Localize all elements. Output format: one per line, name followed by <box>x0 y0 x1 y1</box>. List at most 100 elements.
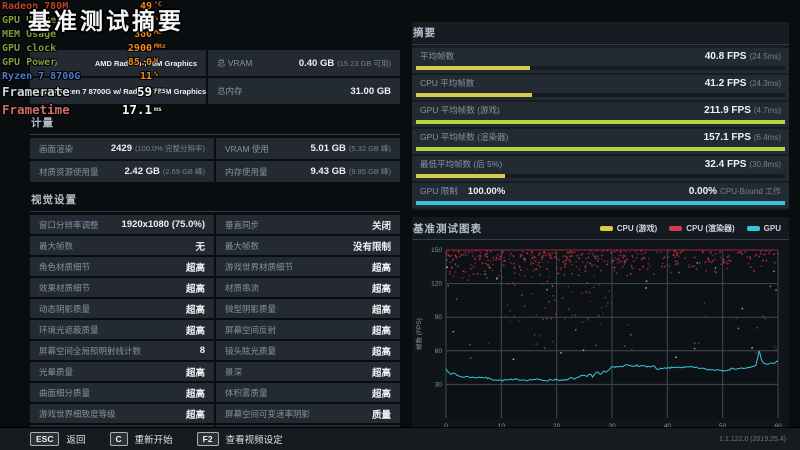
stat-bar-track <box>416 201 785 205</box>
summary-stat-row: 最低平均帧数 (后 5%) 32.4 FPS (30.8ms) <box>412 156 789 181</box>
cell-value: 超高 <box>372 281 391 295</box>
key-cap: C <box>110 432 128 446</box>
cell-label: 总 VRAM <box>217 57 252 69</box>
stat-bar-fill <box>416 66 530 70</box>
svg-text:90: 90 <box>435 314 443 321</box>
cell-note: (100.0% 完整分辨率) <box>135 144 205 153</box>
table-cell: 内存使用量 9.43 GB(9.85 GB 峰) <box>216 161 400 182</box>
osd-metric-label: Ryzen 7 8700G <box>2 70 98 83</box>
stat-label: GPU 平均帧数 (渲染器) <box>420 131 508 143</box>
key-hint[interactable]: F2 查看视频设定 <box>197 432 283 446</box>
legend-label: CPU (渲染器) <box>686 223 734 234</box>
cell-label: 总内存 <box>217 85 243 97</box>
cell-label: 景深 <box>225 366 242 378</box>
version-text: 1.1.122.0 (2019.25.4) <box>719 436 786 443</box>
table-cell: 最大帧数 没有限制 <box>216 236 400 255</box>
table-cell: 效果材质细节 超高 <box>30 278 214 297</box>
cell-value: 超高 <box>372 323 391 337</box>
stat-note: (30.8ms) <box>749 160 781 169</box>
summary-stat-row: GPU 平均帧数 (渲染器) 157.1 FPS (6.4ms) <box>412 129 789 154</box>
cell-label: 最大帧数 <box>39 240 73 252</box>
key-hint-label: 返回 <box>66 432 85 446</box>
cell-label: 材质资源使用量 <box>39 166 99 178</box>
summary-stat-row: CPU 平均帧数 41.2 FPS (24.3ms) <box>412 75 789 100</box>
cell-label: 微型阴影质量 <box>225 303 276 315</box>
table-cell: VRAM 使用 5.01 GB(5.32 GB 峰) <box>216 138 400 159</box>
summary-stat-row: GPU 平均帧数 (游戏) 211.9 FPS (4.7ms) <box>412 102 789 127</box>
table-cell: 总内存 31.00 GB <box>208 78 400 104</box>
table-cell: 环境光遮蔽质量 超高 <box>30 320 214 339</box>
key-cap: F2 <box>197 432 219 446</box>
table-cell: 微型阴影质量 超高 <box>216 299 400 318</box>
cell-value: 没有限制 <box>353 239 391 253</box>
osd-metric-value: 2900 <box>98 42 152 55</box>
table-cell: 窗口分辨率调整 1920x1080 (75.0%) <box>30 215 214 234</box>
stat-value: 32.4 FPS <box>705 159 747 170</box>
legend-item: CPU (游戏) <box>600 223 657 234</box>
cell-note: (5.32 GB 峰) <box>349 144 391 153</box>
table-cell: 材质资源使用量 2.42 GB(2.69 GB 峰) <box>30 161 214 182</box>
cell-label: 曲面细分质量 <box>39 387 90 399</box>
cell-value: 31.00 GB <box>350 86 391 97</box>
stat-note: (6.4ms) <box>754 133 781 142</box>
osd-metric-label: GPU Power <box>2 56 98 69</box>
benchmark-chart-panel: 基准测试图表 CPU (游戏) CPU (渲染器) GPU 3060901201… <box>412 217 789 450</box>
table-cell: 角色材质细节 超高 <box>30 257 214 276</box>
summary-header: 摘要 <box>412 22 789 45</box>
osd-metric-unit: % <box>154 68 166 81</box>
cell-value: 超高 <box>186 323 205 337</box>
cell-value: 超高 <box>186 386 205 400</box>
chart-title: 基准测试图表 <box>413 221 482 236</box>
key-hint[interactable]: ESC 返回 <box>30 432 86 446</box>
legend-label: CPU (游戏) <box>617 223 657 234</box>
cell-value: 超高 <box>372 365 391 379</box>
cell-label: 画面渲染 <box>39 143 73 155</box>
cell-value: 0.40 GB(15.23 GB 可用) <box>299 58 391 69</box>
stat-label: GPU 限制 <box>420 185 458 197</box>
cell-value: 8 <box>200 345 205 356</box>
stat-value: 211.9 FPS <box>704 105 751 116</box>
benchmark-screen: Radeon 780M 49 °C GPU Usage 99 % MEM Usa… <box>0 0 800 450</box>
stat-note: (24.5ms) <box>749 52 781 61</box>
stat-bar-fill <box>416 174 505 178</box>
osd-metric-label: Frametime <box>2 102 98 117</box>
cell-label: 屏幕空间全局照明射线计数 <box>39 345 141 357</box>
cell-value: 质量 <box>372 407 391 421</box>
svg-text:30: 30 <box>435 381 443 388</box>
stat-bar-fill <box>416 147 785 151</box>
cell-label: 窗口分辨率调整 <box>39 219 99 231</box>
stat-label: GPU 平均帧数 (游戏) <box>420 104 500 116</box>
stat-note: CPU-Bound 工作 <box>720 186 781 197</box>
cell-label: 镜头眩光质量 <box>225 345 276 357</box>
table-cell: 体积雾质量 超高 <box>216 383 400 402</box>
osd-line: Frametime 17.1 ms <box>2 102 166 120</box>
table-cell: 最大帧数 无 <box>30 236 214 255</box>
cell-label: 环境光遮蔽质量 <box>39 324 99 336</box>
table-cell: 光晕质量 超高 <box>30 362 214 381</box>
stat-bar-track <box>416 66 785 70</box>
cell-label: 体积雾质量 <box>225 387 268 399</box>
cell-label: 光晕质量 <box>39 366 73 378</box>
table-cell: 屏幕空间可变速率阴影 质量 <box>216 404 400 423</box>
legend-label: GPU <box>764 224 781 233</box>
visual-settings-header: 视觉设置 <box>30 189 400 212</box>
cell-label: 效果材质细节 <box>39 282 90 294</box>
cell-value: 2429(100.0% 完整分辨率) <box>111 143 205 154</box>
osd-metric-unit: W <box>154 54 166 67</box>
legend-item: GPU <box>747 224 781 233</box>
visual-settings-table: 窗口分辨率调整 1920x1080 (75.0%) 垂直同步 关闭 最大帧数 无… <box>30 215 400 444</box>
cell-value: 超高 <box>186 260 205 274</box>
cell-label: 游戏世界细致度等级 <box>39 408 116 420</box>
legend-item: CPU (渲染器) <box>669 223 734 234</box>
table-cell: 垂直同步 关闭 <box>216 215 400 234</box>
summary-rows: 平均帧数 40.8 FPS (24.5ms) CPU 平均帧数 41.2 FPS <box>412 48 789 208</box>
cell-label: 动态阴影质量 <box>39 303 90 315</box>
key-cap: ESC <box>30 432 59 446</box>
cell-value: 9.43 GB(9.85 GB 峰) <box>311 166 392 177</box>
key-hint[interactable]: C 重新开始 <box>110 432 173 446</box>
summary-stat-row: GPU 限制 100.00% 0.00% CPU-Bound 工作 <box>412 183 789 208</box>
stat-bar-fill <box>416 120 785 124</box>
osd-line: GPU clock 2900 MHz <box>2 42 166 56</box>
table-cell: 动态阴影质量 超高 <box>30 299 214 318</box>
svg-text:120: 120 <box>431 281 442 288</box>
